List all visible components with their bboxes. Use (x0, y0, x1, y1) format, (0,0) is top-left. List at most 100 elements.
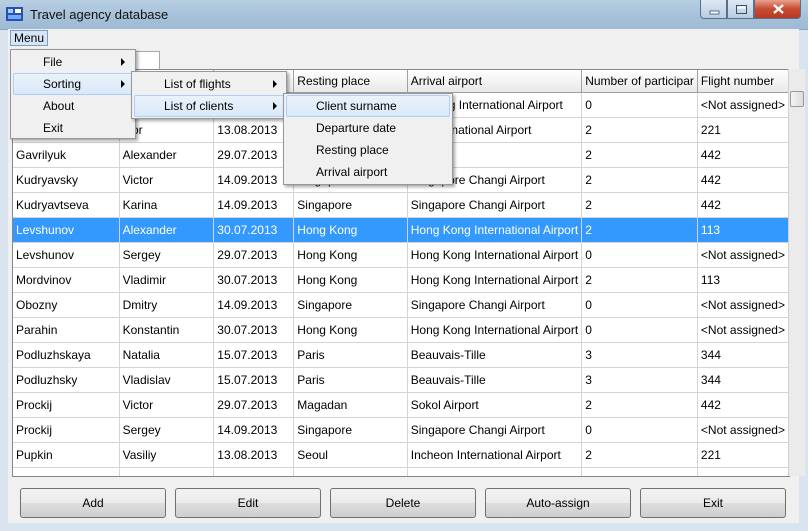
cell-name[interactable]: Dmitry (119, 292, 215, 318)
cell-flight-number[interactable]: 113 (697, 267, 789, 293)
cell-participants[interactable]: 2 (581, 267, 698, 293)
cell-flight-number[interactable] (697, 467, 789, 476)
cell-surname[interactable]: Mordvinov (13, 267, 120, 293)
cell-flight-number[interactable]: 442 (697, 192, 789, 218)
cell-arrival-airport[interactable]: Hong Kong International Airport (407, 242, 583, 268)
delete-button[interactable]: Delete (330, 488, 476, 518)
cell-surname[interactable]: Podluzhskaya (13, 342, 120, 368)
cell-arrival-airport[interactable]: Hong Kong International Airport (407, 317, 583, 343)
cell-resting-place[interactable]: Singapore (293, 192, 408, 218)
menu-item-arrival-airport[interactable]: Arrival airport (286, 161, 450, 183)
column-header-arrival-airport[interactable]: Arrival airport (407, 70, 583, 93)
cell-surname[interactable] (13, 467, 120, 476)
cell-arrival-airport[interactable]: Incheon International Airport (407, 442, 583, 468)
cell-surname[interactable]: Levshunov (13, 217, 120, 243)
cell-participants[interactable]: 0 (581, 92, 698, 118)
cell-arrival-airport[interactable]: Singapore Changi Airport (407, 417, 583, 443)
cell-date[interactable]: 14.09.2013 (213, 292, 295, 318)
vertical-scrollbar[interactable] (788, 69, 805, 476)
cell-surname[interactable]: Kudryavsky (13, 167, 120, 193)
menu-item-list-of-flights[interactable]: List of flights (134, 73, 284, 95)
cell-surname[interactable]: Prockij (13, 392, 120, 418)
cell-name[interactable]: Alexander (119, 142, 215, 168)
cell-arrival-airport[interactable]: Beauvais-Tille (407, 342, 583, 368)
minimize-button[interactable] (700, 0, 727, 19)
cell-participants[interactable]: 2 (581, 142, 698, 168)
cell-date[interactable]: 29.07.2013 (213, 142, 295, 168)
cell-participants[interactable]: 0 (581, 417, 698, 443)
table-row[interactable]: Pupkin Vasiliy 13.08.2013 Seoul Incheon Inte… (13, 442, 789, 468)
column-header-flight-number[interactable]: Flight number (697, 70, 789, 93)
cell-participants[interactable]: 0 (581, 292, 698, 318)
exit-button[interactable]: Exit (640, 488, 786, 518)
add-button[interactable]: Add (20, 488, 166, 518)
table-row[interactable]: Prockij Victor 29.07.2013 Magadan Sokol Airp… (13, 392, 789, 418)
cell-date[interactable]: 29.07.2013 (213, 242, 295, 268)
cell-name[interactable]: Vladislav (119, 367, 215, 393)
cell-flight-number[interactable]: <Not assigned> (697, 92, 789, 118)
cell-date[interactable]: 13.08.2013 (213, 442, 295, 468)
cell-date[interactable]: 30.07.2013 (213, 317, 295, 343)
cell-name[interactable]: Vasiliy (119, 442, 215, 468)
menu-item-file[interactable]: File (13, 51, 133, 73)
cell-date[interactable] (213, 467, 295, 476)
cell-resting-place[interactable]: Hong Kong (293, 242, 408, 268)
cell-participants[interactable]: 2 (581, 192, 698, 218)
edit-button[interactable]: Edit (175, 488, 321, 518)
cell-name[interactable]: Victor (119, 392, 215, 418)
table-row[interactable]: Mordvinov Vladimir 30.07.2013 Hong Kong Hong… (13, 267, 789, 293)
menu-item-sorting[interactable]: Sorting (13, 73, 133, 95)
menu-item-exit[interactable]: Exit (13, 117, 133, 139)
table-row[interactable]: Levshunov Alexander 30.07.2013 Hong Kong Hon… (13, 217, 789, 243)
cell-flight-number[interactable]: 113 (697, 217, 789, 243)
cell-flight-number[interactable]: <Not assigned> (697, 292, 789, 318)
cell-participants[interactable]: 2 (581, 392, 698, 418)
cell-flight-number[interactable]: 442 (697, 167, 789, 193)
cell-participants[interactable]: 2 (581, 117, 698, 143)
cell-participants[interactable]: 3 (581, 367, 698, 393)
cell-participants[interactable]: 2 (581, 217, 698, 243)
cell-name[interactable]: Karina (119, 192, 215, 218)
cell-flight-number[interactable]: <Not assigned> (697, 417, 789, 443)
table-row[interactable]: Podluzhsky Vladislav 15.07.2013 Paris Beauva… (13, 367, 789, 393)
cell-resting-place[interactable]: Hong Kong (293, 217, 408, 243)
cell-name[interactable]: Alexander (119, 217, 215, 243)
cell-name[interactable]: Natalia (119, 342, 215, 368)
table-row[interactable]: Obozny Dmitry 14.09.2013 Singapore Singapore… (13, 292, 789, 318)
cell-flight-number[interactable]: 344 (697, 342, 789, 368)
cell-name[interactable]: Sergey (119, 417, 215, 443)
cell-participants[interactable]: 3 (581, 342, 698, 368)
menu-item-about[interactable]: About (13, 95, 133, 117)
cell-date[interactable]: 13.08.2013 (213, 117, 295, 143)
cell-surname[interactable]: Gavrilyuk (13, 142, 120, 168)
cell-participants[interactable]: 0 (581, 317, 698, 343)
cell-resting-place[interactable]: Paris (293, 342, 408, 368)
auto-assign-button[interactable]: Auto-assign (485, 488, 631, 518)
cell-date[interactable]: 15.07.2013 (213, 367, 295, 393)
cell-participants[interactable] (581, 467, 698, 476)
cell-date[interactable]: 15.07.2013 (213, 342, 295, 368)
cell-arrival-airport[interactable]: Hong Kong International Airport (407, 267, 583, 293)
cell-date[interactable]: 30.07.2013 (213, 217, 295, 243)
cell-flight-number[interactable]: 221 (697, 117, 789, 143)
cell-date[interactable]: 14.09.2013 (213, 417, 295, 443)
cell-name[interactable]: Victor (119, 167, 215, 193)
cell-surname[interactable]: Podluzhsky (13, 367, 120, 393)
cell-name[interactable]: Konstantin (119, 317, 215, 343)
cell-date[interactable]: 14.09.2013 (213, 192, 295, 218)
column-header-participants[interactable]: Number of participar (581, 70, 698, 93)
title-bar[interactable]: Travel agency database (0, 0, 808, 30)
cell-resting-place[interactable]: Singapore (293, 417, 408, 443)
cell-arrival-airport[interactable] (407, 467, 583, 476)
cell-participants[interactable]: 0 (581, 242, 698, 268)
cell-flight-number[interactable]: 221 (697, 442, 789, 468)
cell-participants[interactable]: 2 (581, 442, 698, 468)
cell-arrival-airport[interactable]: Beauvais-Tille (407, 367, 583, 393)
cell-resting-place[interactable]: Paris (293, 367, 408, 393)
menu-item-list-of-clients[interactable]: List of clients (134, 95, 284, 117)
cell-resting-place[interactable]: Hong Kong (293, 317, 408, 343)
menu-item-departure-date[interactable]: Departure date (286, 117, 450, 139)
cell-flight-number[interactable]: 442 (697, 142, 789, 168)
cell-surname[interactable]: Prockij (13, 417, 120, 443)
cell-resting-place[interactable]: Seoul (293, 442, 408, 468)
